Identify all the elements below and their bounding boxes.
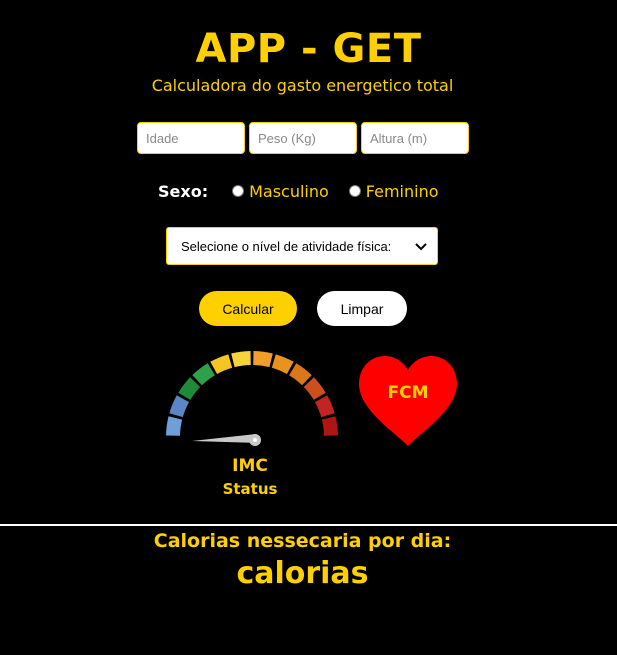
gauge-needle: [192, 434, 261, 446]
imc-gauge: [166, 351, 338, 446]
imc-status: Status: [222, 480, 278, 498]
idade-input[interactable]: [137, 122, 245, 154]
limpar-button[interactable]: Limpar: [317, 291, 407, 326]
gauge-segment: [289, 363, 312, 386]
fcm-label: FCM: [387, 383, 429, 403]
chevron-down-icon: [415, 239, 427, 254]
gauge-segment: [231, 351, 251, 368]
peso-input[interactable]: [249, 122, 357, 154]
gauge-segment: [178, 377, 201, 400]
calorias-title: Calorias nessecaria por dia:: [153, 530, 452, 552]
gauge-segment: [271, 354, 294, 375]
masculino-radio[interactable]: [232, 185, 245, 197]
atividade-select[interactable]: Selecione o nível de atividade física:: [166, 227, 438, 265]
atividade-select-value: Selecione o nível de atividade física:: [181, 238, 392, 254]
gauge-segment: [210, 354, 233, 375]
gauge-segment: [303, 377, 326, 400]
calcular-button[interactable]: Calcular: [199, 291, 297, 326]
gauge-segment: [169, 395, 190, 418]
feminino-radio[interactable]: [348, 185, 361, 197]
gauge-segment: [166, 416, 183, 436]
gauge-segment: [321, 416, 338, 436]
sexo-row: Sexo: Masculino Feminino: [158, 180, 459, 202]
altura-input[interactable]: [361, 122, 469, 154]
gauge-segment: [192, 363, 215, 386]
gauge-segment: [314, 395, 335, 418]
feminino-label[interactable]: Feminino: [366, 182, 439, 201]
gauge-segment: [253, 351, 273, 368]
sexo-label: Sexo:: [158, 181, 209, 201]
masculino-label[interactable]: Masculino: [249, 182, 329, 201]
app-title: APP - GET: [195, 26, 422, 72]
divider: [0, 524, 617, 526]
app-subtitle: Calculadora do gasto energetico total: [151, 76, 454, 95]
calorias-value: calorias: [236, 556, 369, 591]
imc-label: IMC: [232, 456, 268, 476]
